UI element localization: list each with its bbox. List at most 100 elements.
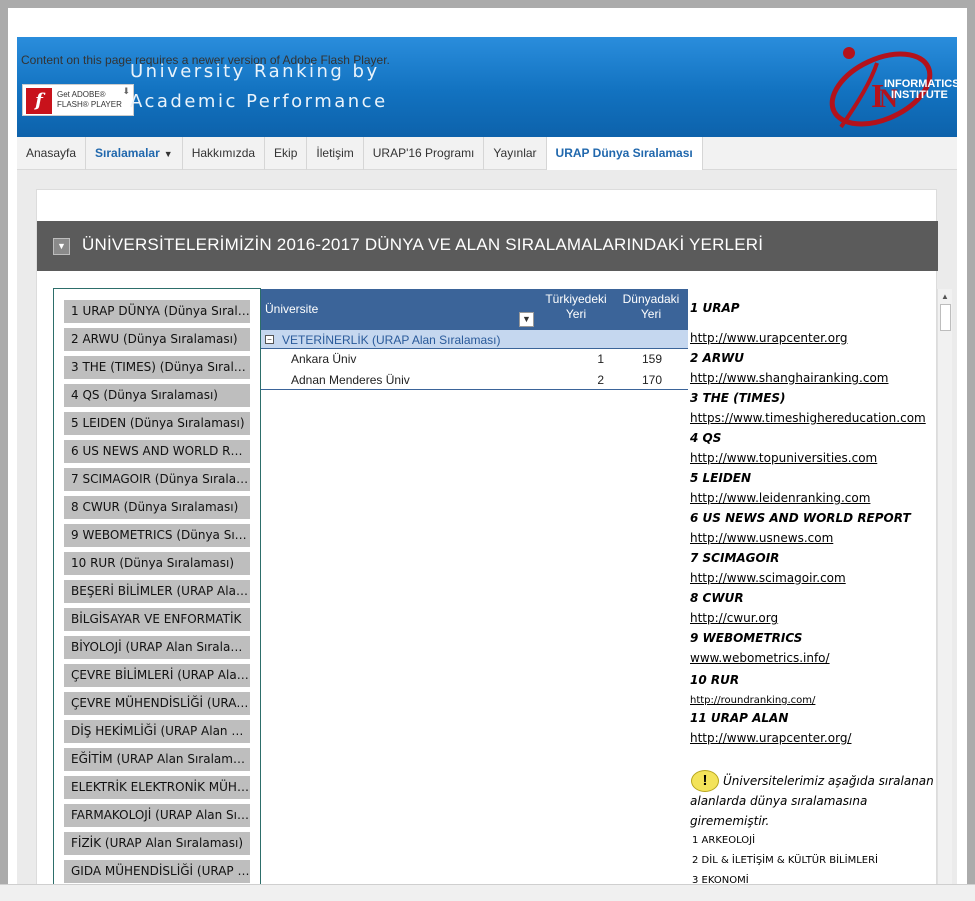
source-name: 9 WEBOMETRICS [690,631,803,645]
pivot-header-row: Üniversite ▼ Türkiyedeki Yeri Dünyadaki … [261,289,688,330]
flash-button-line2: FLASH® PLAYER [57,100,122,109]
download-icon: ⬇ [122,86,130,96]
slicer-item[interactable]: 10 RUR (Dünya Sıralaması) [64,552,250,575]
slicer-item[interactable]: FARMAKOLOJİ (URAP Alan Sıralaması) [64,804,250,827]
source-link[interactable]: http://www.urapcenter.org/ [690,731,851,745]
slicer-item[interactable]: ÇEVRE MÜHENDİSLİĞİ (URAP Alan Sıralaması… [64,692,250,715]
nav-label: Sıralamalar [95,146,160,160]
source-link[interactable]: http://www.topuniversities.com [690,451,877,465]
notice-text: Üniversitelerimiz aşağıda sıralanan alan… [690,774,934,828]
scroll-up-icon[interactable]: ▲ [941,292,949,301]
nav-label: Hakkımızda [191,146,256,160]
header-line: Yeri [565,307,587,321]
source-link[interactable]: http://www.leidenranking.com [690,491,870,505]
nav-label: Yayınlar [493,146,537,160]
source-name: 7 SCIMAGOIR [690,551,780,565]
slicer-item[interactable]: BİYOLOJİ (URAP Alan Sıralaması) [64,636,250,659]
slicer-item[interactable]: FİZİK (URAP Alan Sıralaması) [64,832,250,855]
university-name: Adnan Menderes Üniv [291,373,410,387]
source-link[interactable]: https://www.timeshighereducation.com [690,411,926,425]
source-name: 4 QS [690,431,722,445]
nav-item-urap16[interactable]: URAP'16 Programı [364,137,485,170]
university-name: Ankara Üniv [291,352,357,366]
filter-dropdown-icon[interactable]: ▼ [519,312,534,327]
source-link[interactable]: http://www.shanghairanking.com [690,371,889,385]
slicer-item[interactable]: BEŞERİ BİLİMLER (URAP Alan Sıralaması) [64,580,250,603]
slicer-item[interactable]: BİLGİSAYAR VE ENFORMATİK [64,608,250,631]
source-name: 8 CWUR [690,591,744,605]
slicer-item[interactable]: 4 QS (Dünya Sıralaması) [64,384,250,407]
collapse-button[interactable]: ▼ [53,238,70,255]
slicer-item[interactable]: 5 LEIDEN (Dünya Sıralaması) [64,412,250,435]
source-name: 3 THE (TIMES) [690,391,786,405]
column-header-university: Üniversite [265,302,319,316]
nav-item-iletisim[interactable]: İletişim [307,137,364,170]
column-header-turkey-rank: Türkiyedeki Yeri [538,292,614,322]
turkey-rank: 2 [597,373,604,387]
slicer-item[interactable]: 1 URAP DÜNYA (Dünya Sıralaması) [64,300,250,323]
source-link[interactable]: http://www.urapcenter.org [690,331,847,345]
site-header-banner: Content on this page requires a newer ve… [17,37,957,137]
nav-label: URAP'16 Programı [372,146,475,160]
slicer-item[interactable]: GIDA MÜHENDİSLİĞİ (URAP Alan Sıralaması) [64,860,250,883]
slicer-item[interactable]: EĞİTİM (URAP Alan Sıralaması) [64,748,250,771]
panel-title: ÜNİVERSİTELERİMİZİN 2016-2017 DÜNYA VE A… [82,235,764,254]
get-flash-player-button[interactable]: f Get ADOBE® FLASH® PLAYER ⬇ [22,84,134,116]
header-line: Dünyadaki [622,292,680,306]
slicer-item[interactable]: ELEKTRİK ELEKTRONİK MÜHENDİSLİĞİ [64,776,250,799]
main-nav: Anasayfa Sıralamalar ▼ Hakkımızda Ekip İl… [17,137,957,170]
source-link[interactable]: http://roundranking.com/ [690,695,815,706]
vertical-scrollbar[interactable]: ▲ [937,289,952,901]
nav-label: İletişim [316,146,354,160]
pivot-table: Üniversite ▼ Türkiyedeki Yeri Dünyadaki … [261,289,688,390]
ranking-slicer-list: 1 URAP DÜNYA (Dünya Sıralaması) 2 ARWU (… [53,288,261,901]
turkey-rank: 1 [597,352,604,366]
pivot-group-row[interactable]: − VETERİNERLİK (URAP Alan Sıralaması) [261,330,688,349]
source-link[interactable]: http://www.usnews.com [690,531,833,545]
nav-item-ekip[interactable]: Ekip [265,137,308,170]
table-row: Ankara Üniv 1 159 [261,349,688,369]
slicer-item[interactable]: 3 THE (TIMES) (Dünya Sıralaması) [64,356,250,379]
nav-item-siralamalar[interactable]: Sıralamalar ▼ [86,137,183,170]
header-line: Türkiyedeki [545,292,607,306]
slicer-item[interactable]: 7 SCIMAGOIR (Dünya Sıralaması) [64,468,250,491]
source-link[interactable]: http://www.scimagoir.com [690,571,846,585]
world-rank: 159 [641,352,662,366]
world-rank: 170 [641,373,662,387]
slicer-item[interactable]: 2 ARWU (Dünya Sıralaması) [64,328,250,351]
nav-item-urap-dunya[interactable]: URAP Dünya Sıralaması [546,137,703,170]
collapse-minus-icon[interactable]: − [265,335,274,344]
site-title-line1: University Ranking by [130,61,380,82]
column-header-world-rank: Dünyadaki Yeri [614,292,688,322]
nav-label: Anasayfa [26,146,77,160]
chevron-down-icon: ▼ [163,149,173,159]
flash-logo-icon: f [26,88,52,114]
site-title-line2: Academic Performance [130,91,388,112]
missing-field-item: 1 ARKEOLOJİ [692,835,756,846]
missing-field-item: 2 DİL & İLETİŞİM & KÜLTÜR BİLİMLERİ [692,855,878,866]
source-name: 2 ARWU [690,351,745,365]
slicer-item[interactable]: 8 CWUR (Dünya Sıralaması) [64,496,250,519]
nav-label: URAP Dünya Sıralaması [555,146,693,160]
informatics-institute-logo[interactable]: I N INFORMATICS INSTITUTE [819,41,957,131]
header-line: Yeri [640,307,662,321]
logo-text-institute: INSTITUTE [891,89,948,101]
warning-icon: ! [691,770,719,792]
horizontal-scrollbar[interactable] [0,884,975,901]
slicer-item[interactable]: 9 WEBOMETRICS (Dünya Sıralaması) [64,524,250,547]
slicer-item[interactable]: DİŞ HEKİMLİĞİ (URAP Alan Sıralaması) [64,720,250,743]
slicer-item[interactable]: 6 US NEWS AND WORLD REPORT [64,440,250,463]
source-link[interactable]: http://cwur.org [690,611,778,625]
group-label: VETERİNERLİK (URAP Alan Sıralaması) [282,333,501,347]
nav-item-hakkimizda[interactable]: Hakkımızda [183,137,266,170]
source-name: 11 URAP ALAN [690,711,789,725]
nav-item-yayinlar[interactable]: Yayınlar [484,137,547,170]
nav-item-anasayfa[interactable]: Anasayfa [17,137,87,170]
rankings-panel: ▼ ÜNİVERSİTELERİMİZİN 2016-2017 DÜNYA VE… [36,189,952,901]
source-name: 5 LEIDEN [690,471,752,485]
source-name: 6 US NEWS AND WORLD REPORT [690,511,911,525]
scrollbar-thumb[interactable] [940,304,951,331]
slicer-item[interactable]: ÇEVRE BİLİMLERİ (URAP Alan Sıralaması) [64,664,250,687]
source-link[interactable]: www.webometrics.info/ [690,651,830,665]
ranking-sources: 1 URAP http://www.urapcenter.org 2 ARWU … [688,289,938,901]
